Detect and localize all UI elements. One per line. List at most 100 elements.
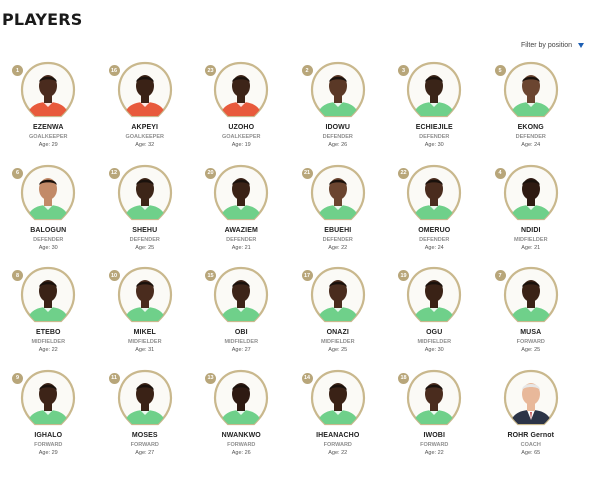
player-name[interactable]: MIKEL: [134, 329, 156, 336]
player-name[interactable]: BALOGUN: [30, 227, 66, 234]
jersey-number-badge: 9: [12, 372, 23, 384]
player-card[interactable]: AWAZIEM20AWAZIEMDEFENDERAge: 21: [193, 163, 290, 266]
player-card[interactable]: ECHIEJILE3ECHIEJILEDEFENDERAge: 30: [386, 60, 483, 163]
players-grid: EZENWA1EZENWAGOALKEEPERAge: 29AKPEYI16AK…: [0, 60, 592, 470]
jersey-number-badge: 11: [108, 372, 120, 384]
jersey-number-badge: 21: [301, 167, 313, 179]
player-name[interactable]: NDIDI: [521, 227, 541, 234]
player-name[interactable]: MUSA: [520, 329, 541, 336]
player-card[interactable]: OMERUO22OMERUODEFENDERAge: 24: [386, 163, 483, 266]
player-card[interactable]: EZENWA1EZENWAGOALKEEPERAge: 29: [0, 60, 97, 163]
player-position: FORWARD: [130, 441, 159, 448]
player-position: GOALKEEPER: [125, 134, 164, 140]
player-card[interactable]: IGHALO9IGHALOFORWARDAge: 29: [0, 368, 97, 471]
player-photo: UZOHO: [214, 61, 269, 118]
player-photo: ECHIEJILE: [407, 61, 462, 118]
player-photo: OBI: [214, 266, 269, 323]
player-name[interactable]: MOSES: [132, 432, 158, 439]
player-card[interactable]: IHEANACHO14IHEANACHOFORWARDAge: 22: [290, 368, 387, 471]
player-photo: OGU: [407, 266, 462, 323]
player-card[interactable]: OGU19OGUMIDFIELDERAge: 30: [386, 265, 483, 368]
player-name[interactable]: OMERUO: [418, 227, 450, 234]
player-age: Age: 22: [38, 347, 58, 353]
player-age: Age: 65: [521, 449, 541, 456]
player-photo: MOSES: [117, 369, 172, 425]
player-photo: EBUEHI: [310, 164, 365, 220]
player-name[interactable]: ROHR Gernot: [507, 432, 554, 439]
player-name[interactable]: AWAZIEM: [225, 227, 258, 234]
player-card[interactable]: BALOGUN6BALOGUNDEFENDERAge: 30: [0, 163, 97, 266]
player-position: GOALKEEPER: [28, 134, 68, 140]
player-card[interactable]: AKPEYI16AKPEYIGOALKEEPERAge: 32: [97, 60, 194, 163]
player-position: MIDFIELDER: [31, 339, 66, 345]
player-name[interactable]: EZENWA: [33, 124, 64, 131]
player-name[interactable]: ECHIEJILE: [416, 124, 453, 131]
player-card[interactable]: OBI15OBIMIDFIELDERAge: 27: [193, 265, 290, 368]
player-name[interactable]: OBI: [235, 329, 248, 336]
jersey-number-badge: 7: [494, 270, 506, 281]
player-position: FORWARD: [323, 441, 352, 448]
player-age: Age: 25: [521, 347, 541, 353]
player-card[interactable]: MIKEL10MIKELMIDFIELDERAge: 31: [97, 265, 194, 368]
player-name[interactable]: IDOWU: [325, 124, 350, 131]
page-title: PLAYERS: [2, 10, 83, 29]
player-position: GOALKEEPER: [221, 134, 261, 140]
player-name[interactable]: OGU: [426, 329, 442, 336]
player-name[interactable]: UZOHO: [228, 124, 254, 131]
player-card[interactable]: ONAZI17ONAZIMIDFIELDERAge: 25: [290, 265, 387, 368]
player-name[interactable]: IGHALO: [34, 432, 62, 439]
player-card[interactable]: UZOHO23UZOHOGOALKEEPERAge: 19: [193, 60, 290, 163]
player-card[interactable]: MOSES11MOSESFORWARDAge: 27: [97, 368, 194, 471]
jersey-number-badge: 13: [205, 372, 216, 384]
player-photo: IDOWU: [310, 61, 365, 118]
jersey-number-badge: 14: [301, 372, 313, 384]
player-age: Age: 30: [424, 347, 444, 353]
player-card[interactable]: NWANKWO13NWANKWOFORWARDAge: 26: [193, 368, 290, 471]
player-age: Age: 22: [424, 449, 444, 456]
player-photo: AWAZIEM: [214, 164, 269, 220]
player-card[interactable]: ETEBO8ETEBOMIDFIELDERAge: 22: [0, 265, 97, 368]
player-card[interactable]: IWOBI18IWOBIFORWARDAge: 22: [386, 368, 483, 471]
player-card[interactable]: IDOWU2IDOWUDEFENDERAge: 26: [290, 60, 387, 163]
player-age: Age: 21: [231, 244, 251, 251]
player-position: FORWARD: [34, 441, 63, 448]
player-age: Age: 27: [231, 347, 251, 353]
player-photo: NDIDI: [503, 164, 558, 220]
player-card[interactable]: MUSA7MUSAFORWARDAge: 25: [483, 265, 580, 368]
player-photo: AKPEYI: [117, 61, 172, 118]
player-name[interactable]: IWOBI: [424, 432, 446, 439]
jersey-number-badge: 16: [108, 65, 120, 76]
player-card[interactable]: EKONG5EKONGDEFENDERAge: 24: [483, 60, 580, 163]
player-position: MIDFIELDER: [127, 339, 162, 345]
player-position: MIDFIELDER: [513, 236, 548, 243]
player-card[interactable]: SHEHU12SHEHUDEFENDERAge: 25: [97, 163, 194, 266]
player-name[interactable]: EKONG: [518, 124, 544, 131]
player-card[interactable]: ROHR Gernot ROHR Gernot COACHAge: 65: [483, 368, 580, 471]
player-card[interactable]: NDIDI4NDIDIMIDFIELDERAge: 21: [483, 163, 580, 266]
player-name[interactable]: EBUEHI: [324, 227, 351, 234]
player-age: Age: 29: [38, 449, 58, 456]
player-name[interactable]: ETEBO: [36, 329, 61, 336]
jersey-number-badge: 5: [494, 65, 506, 76]
player-name[interactable]: NWANKWO: [222, 432, 261, 439]
filter-by-position[interactable]: Filter by position: [521, 42, 584, 49]
player-photo: ONAZI: [310, 266, 365, 323]
player-position: FORWARD: [516, 339, 545, 345]
filter-label: Filter by position: [521, 42, 572, 49]
player-name[interactable]: AKPEYI: [131, 124, 158, 131]
player-name[interactable]: ONAZI: [327, 329, 349, 336]
player-photo: SHEHU: [117, 164, 172, 220]
player-name[interactable]: IHEANACHO: [316, 432, 359, 439]
player-position: MIDFIELDER: [417, 339, 452, 345]
player-age: Age: 24: [424, 244, 444, 251]
player-position: DEFENDER: [419, 236, 450, 243]
player-photo: NWANKWO: [214, 369, 269, 425]
jersey-number-badge: 1: [12, 65, 23, 76]
player-card[interactable]: EBUEHI21EBUEHIDEFENDERAge: 22: [290, 163, 387, 266]
player-name[interactable]: SHEHU: [132, 227, 157, 234]
player-age: Age: 27: [135, 449, 155, 456]
player-position: DEFENDER: [322, 134, 353, 140]
filter-dropdown-icon[interactable]: [578, 43, 584, 48]
player-photo: IWOBI: [407, 369, 462, 425]
jersey-number-badge: 18: [398, 372, 409, 384]
